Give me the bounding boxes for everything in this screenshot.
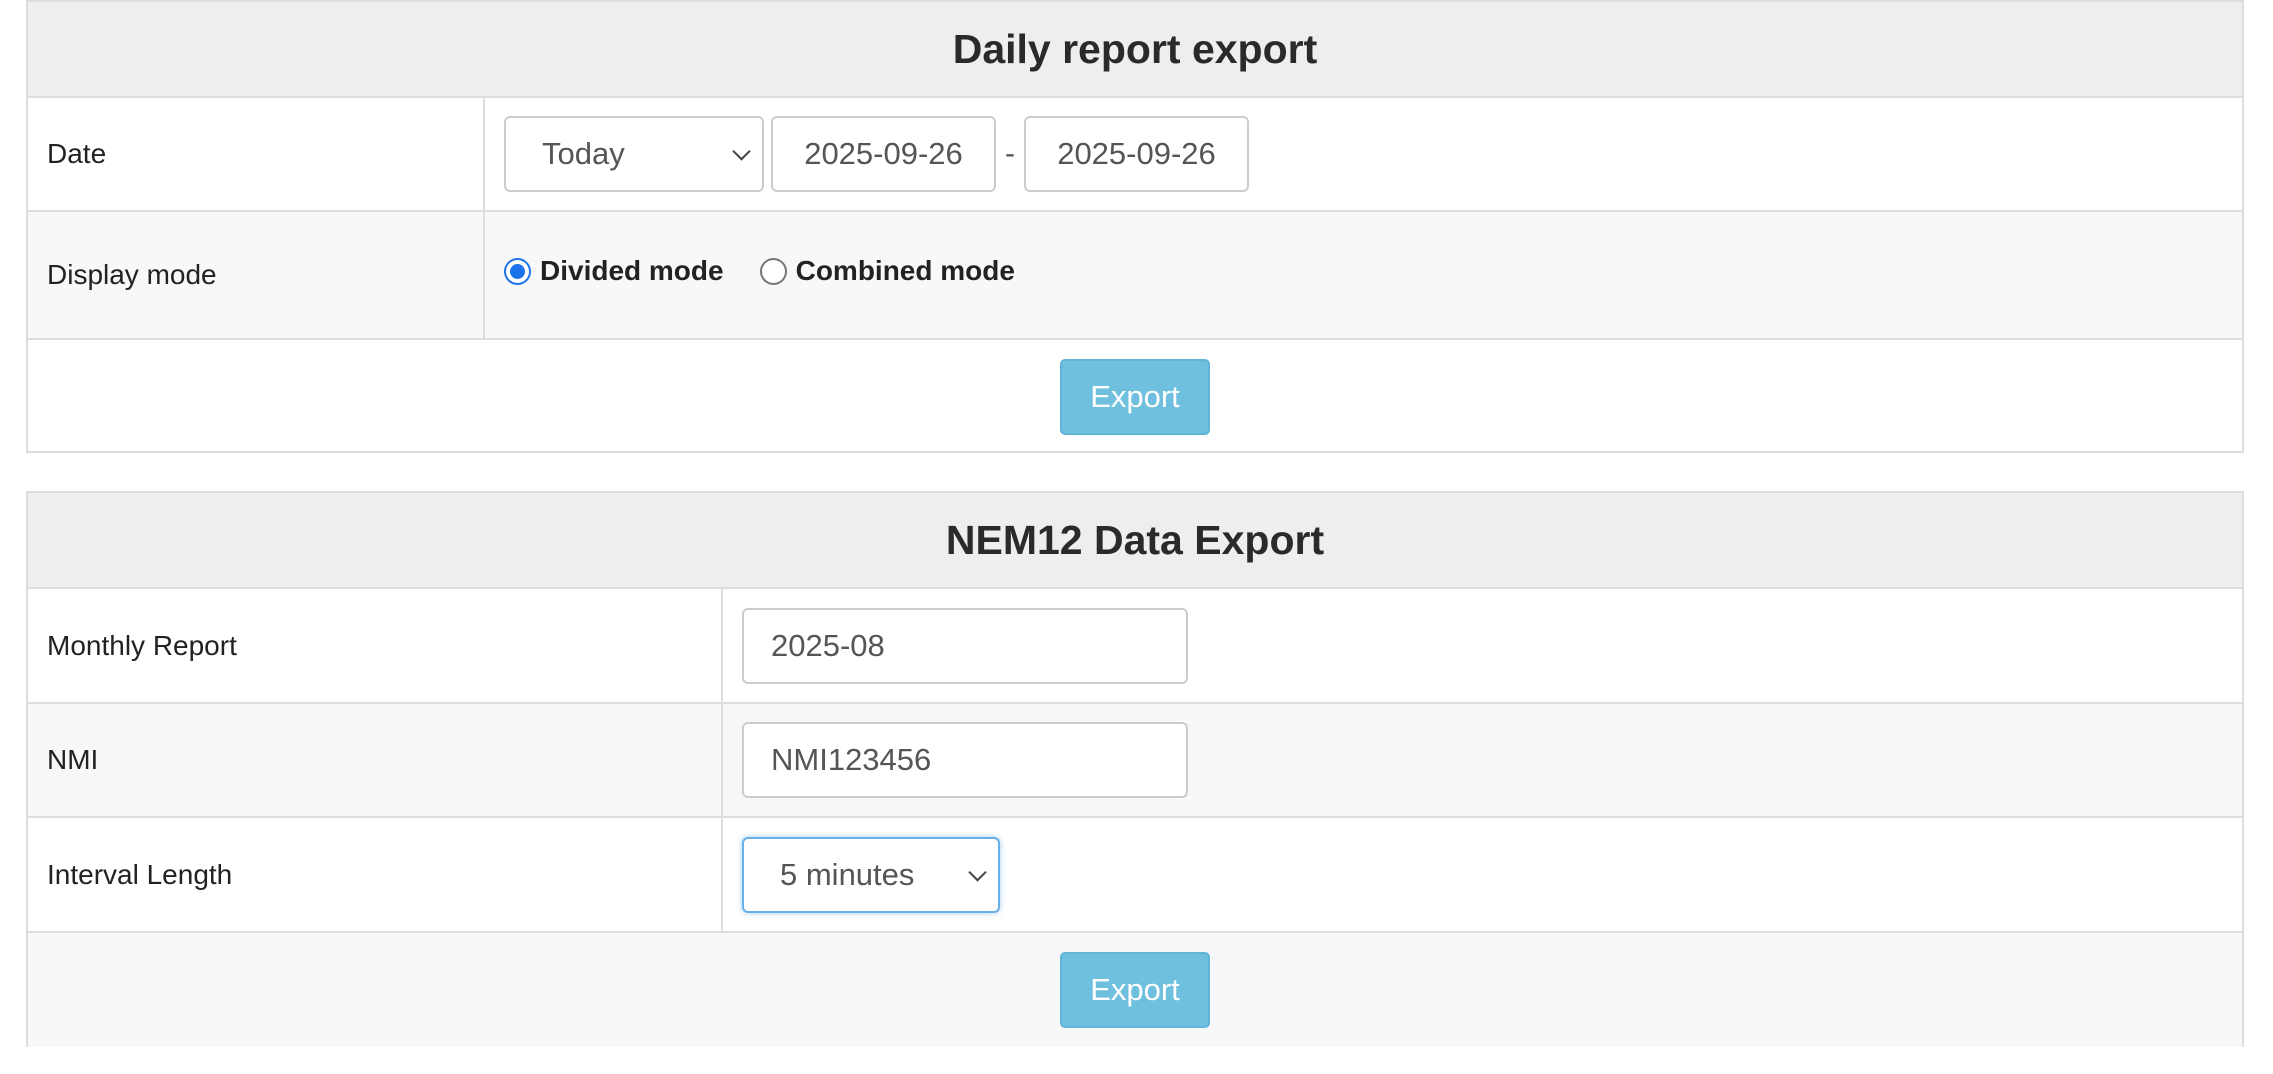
nem12-title: NEM12 Data Export (28, 493, 2242, 589)
interval-length-row: Interval Length 5 minutes (28, 818, 2242, 933)
monthly-report-value: 2025-08 (771, 627, 885, 663)
date-to-input[interactable]: 2025-09-26 (1024, 116, 1249, 192)
radio-combined-mode[interactable]: Combined mode (759, 255, 1015, 287)
monthly-report-control: 2025-08 (723, 589, 2242, 702)
date-preset-value: Today (542, 136, 625, 171)
nmi-label: NMI (28, 704, 723, 816)
monthly-report-label: Monthly Report (28, 589, 723, 702)
monthly-report-row: Monthly Report 2025-08 (28, 589, 2242, 704)
nmi-value: NMI123456 (771, 742, 932, 777)
combined-mode-label[interactable]: Combined mode (796, 255, 1015, 287)
display-mode-label: Display mode (28, 212, 485, 338)
radio-button-checked[interactable] (504, 257, 531, 285)
daily-report-title: Daily report export (28, 2, 2242, 98)
chevron-down-icon (968, 862, 987, 882)
nmi-control: NMI123456 (723, 704, 2242, 816)
nem12-export-panel: NEM12 Data Export Monthly Report 2025-08… (26, 491, 2244, 1047)
daily-report-panel: Daily report export Date Today 2025-09-2… (26, 0, 2244, 453)
date-row: Date Today 2025-09-26 - 2025-09-26 (28, 98, 2242, 212)
interval-length-control: 5 minutes (723, 818, 2242, 931)
nmi-input[interactable]: NMI123456 (742, 722, 1188, 798)
display-mode-options: Divided mode Combined mode (485, 212, 2242, 338)
daily-export-row: Export (28, 340, 2242, 453)
date-from-value: 2025-09-26 (804, 136, 963, 171)
date-range-separator: - (1005, 137, 1015, 170)
daily-export-button[interactable]: Export (1060, 358, 1210, 435)
interval-length-value: 5 minutes (780, 856, 915, 892)
date-from-input[interactable]: 2025-09-26 (771, 116, 996, 192)
monthly-report-input[interactable]: 2025-08 (742, 607, 1188, 684)
date-controls: Today 2025-09-26 - 2025-09-26 (485, 98, 2242, 210)
radio-button[interactable] (759, 257, 787, 285)
date-to-value: 2025-09-26 (1057, 136, 1216, 171)
nem12-export-button[interactable]: Export (1060, 952, 1210, 1028)
date-label: Date (28, 98, 485, 210)
radio-divided-mode[interactable]: Divided mode (504, 255, 724, 287)
nem12-export-row: Export (28, 933, 2242, 1047)
chevron-down-icon (732, 142, 751, 161)
display-mode-row: Display mode Divided mode Combined mode (28, 212, 2242, 340)
interval-length-select[interactable]: 5 minutes (742, 836, 1000, 913)
date-preset-select[interactable]: Today (504, 116, 764, 192)
nmi-row: NMI NMI123456 (28, 704, 2242, 818)
interval-length-label: Interval Length (28, 818, 723, 931)
divided-mode-label[interactable]: Divided mode (540, 255, 724, 287)
